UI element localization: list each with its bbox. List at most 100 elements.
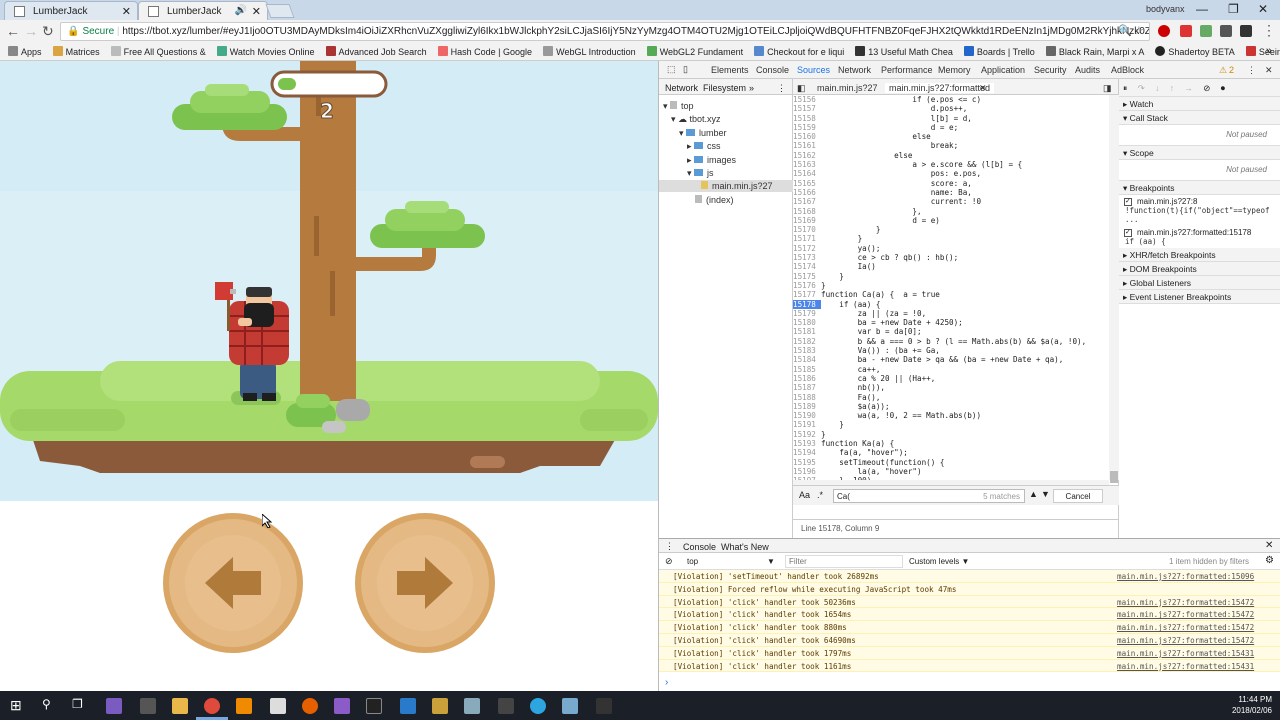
devtools-tab[interactable]: Performance	[881, 65, 933, 75]
drawer-tab-console[interactable]: Console	[683, 542, 716, 552]
log-levels-dropdown[interactable]: Custom levels ▼	[909, 557, 969, 566]
warning-icon[interactable]: ⚠	[1219, 65, 1227, 76]
app-icon[interactable]	[562, 698, 578, 714]
tree-item-folder[interactable]: ▾ js	[687, 168, 714, 179]
devtools-tab[interactable]: AdBlock	[1111, 65, 1144, 75]
code-line[interactable]: 15179 za || (za = !0,	[793, 309, 1109, 318]
line-number[interactable]: 15162	[793, 151, 821, 160]
editor-tab-active[interactable]: main.min.js?27:formatted	[885, 83, 995, 93]
prev-match-icon[interactable]: ▲	[1029, 489, 1038, 499]
watch-section[interactable]: ▸ Watch	[1119, 97, 1280, 111]
code-line[interactable]: 15191 }	[793, 420, 1109, 429]
bookmark-item[interactable]: WebGL Introduction	[543, 46, 636, 57]
line-number[interactable]: 15164	[793, 169, 821, 178]
task-view-icon[interactable]: ❐	[72, 697, 83, 711]
system-clock[interactable]: 11:44 PM 2018/02/06	[1232, 694, 1272, 716]
line-number[interactable]: 15184	[793, 355, 821, 364]
console-settings-icon[interactable]: ⚙	[1265, 555, 1274, 566]
code-line[interactable]: 15165 score: a,	[793, 179, 1109, 188]
tree-item-folder[interactable]: ▸ css	[687, 141, 721, 152]
line-number[interactable]: 15166	[793, 188, 821, 197]
message-source-link[interactable]: main.min.js?27:formatted:15472	[1117, 610, 1254, 619]
line-number[interactable]: 15167	[793, 197, 821, 206]
code-line[interactable]: 15190 wa(a, !0, 2 == Math.abs(b))	[793, 411, 1109, 420]
code-line[interactable]: 15177 function Ca(a) { a = true	[793, 290, 1109, 299]
more-icon[interactable]: »	[749, 83, 754, 93]
toggle-debugger-icon[interactable]: ◨	[1103, 83, 1112, 94]
app-icon[interactable]	[498, 698, 514, 714]
devtools-menu-icon[interactable]: ⋮	[1247, 65, 1256, 76]
drawer-tab-whats-new[interactable]: What's New	[721, 542, 769, 552]
line-number[interactable]: 15158	[793, 114, 821, 123]
line-number[interactable]: 15168	[793, 207, 821, 216]
restore-icon[interactable]: ❐	[1228, 2, 1239, 16]
tree-item-folder[interactable]: ▸ images	[687, 155, 736, 166]
line-number[interactable]: 15187	[793, 383, 821, 392]
minimize-icon[interactable]: —	[1196, 2, 1208, 16]
line-number[interactable]: 15177	[793, 290, 821, 299]
more-bookmarks-icon[interactable]: »	[1266, 45, 1272, 57]
code-line[interactable]: 15181 var b = da[0];	[793, 327, 1109, 336]
chop-right-button[interactable]	[355, 513, 495, 653]
chop-left-button[interactable]	[163, 513, 303, 653]
cast-icon[interactable]	[1240, 25, 1252, 37]
code-line[interactable]: 15160 else	[793, 132, 1109, 141]
line-number[interactable]: 15196	[793, 467, 821, 476]
code-line[interactable]: 15158 l[b] = d,	[793, 114, 1109, 123]
code-line[interactable]: 15172 ya();	[793, 244, 1109, 253]
bookmark-item[interactable]: Seeing Theory	[1245, 46, 1280, 57]
audio-icon[interactable]: 🔊	[235, 5, 247, 16]
tree-item-folder[interactable]: ▾ lumber	[679, 128, 727, 139]
message-source-link[interactable]: main.min.js?27:formatted:15096	[1117, 572, 1254, 581]
drawer-menu-icon[interactable]: ⋮	[665, 541, 674, 552]
line-number[interactable]: 15174	[793, 262, 821, 271]
step-out-icon[interactable]: ↑	[1170, 83, 1174, 93]
match-case-toggle[interactable]: Aa	[799, 490, 810, 500]
line-number[interactable]: 15188	[793, 393, 821, 402]
line-number[interactable]: 15172	[793, 244, 821, 253]
inspect-icon[interactable]: ⬚	[667, 64, 676, 75]
devtools-tab[interactable]: Console	[756, 65, 789, 75]
bookmark-item[interactable]: Black Rain, Marpi x A	[1045, 46, 1144, 57]
devtools-tab[interactable]: Network	[838, 65, 871, 75]
code-line[interactable]: 15192}	[793, 430, 1109, 439]
line-number[interactable]: 15161	[793, 141, 821, 150]
cancel-search-button[interactable]: Cancel	[1053, 489, 1103, 503]
code-line[interactable]: 15168 },	[793, 207, 1109, 216]
line-number[interactable]: 15159	[793, 123, 821, 132]
breakpoints-section[interactable]: ▾ Breakpoints	[1119, 181, 1280, 195]
code-line[interactable]: 15175 }	[793, 272, 1109, 281]
next-match-icon[interactable]: ▼	[1041, 489, 1050, 499]
code-line[interactable]: 15187 nb()),	[793, 383, 1109, 392]
step-over-icon[interactable]: ↷	[1138, 83, 1145, 93]
telegram-icon[interactable]	[530, 698, 546, 714]
search-input[interactable]: Ca( 5 matches	[833, 489, 1025, 503]
tree-item-index[interactable]: (index)	[695, 195, 734, 205]
code-line[interactable]: 15170 }	[793, 225, 1109, 234]
extension-icon[interactable]	[1200, 25, 1212, 37]
line-number[interactable]: 15195	[793, 458, 821, 467]
devtools-tab[interactable]: Application	[981, 65, 1025, 75]
line-number[interactable]: 15157	[793, 104, 821, 113]
close-window-icon[interactable]: ✕	[1258, 2, 1268, 16]
star-icon[interactable]: ☆	[1134, 24, 1144, 37]
chrome-icon[interactable]	[204, 698, 220, 714]
line-number[interactable]: 15178	[793, 299, 821, 309]
app-icon[interactable]	[366, 698, 382, 714]
code-line[interactable]: 15183 Va()) : (ba += Ga,	[793, 346, 1109, 355]
bookmark-item[interactable]: Boards | Trello	[963, 46, 1035, 57]
pause-icon[interactable]: ⏸	[1123, 83, 1127, 93]
navigator-tab-filesystem[interactable]: Filesystem	[703, 83, 746, 93]
line-number[interactable]: 15192	[793, 430, 821, 439]
close-icon[interactable]: ✕	[122, 5, 131, 18]
bookmark-item[interactable]: Apps	[8, 46, 42, 57]
app-icon[interactable]	[106, 698, 122, 714]
code-line[interactable]: 15162 else	[793, 151, 1109, 160]
bookmark-item[interactable]: 13 Useful Math Chea	[855, 46, 953, 57]
event-listener-breakpoints-section[interactable]: ▸ Event Listener Breakpoints	[1119, 290, 1280, 304]
regex-toggle[interactable]: .*	[817, 490, 823, 500]
call-stack-section[interactable]: ▾ Call Stack	[1119, 111, 1280, 125]
line-number[interactable]: 15185	[793, 365, 821, 374]
line-number[interactable]: 15179	[793, 309, 821, 318]
game-scene[interactable]: 2	[0, 61, 658, 501]
